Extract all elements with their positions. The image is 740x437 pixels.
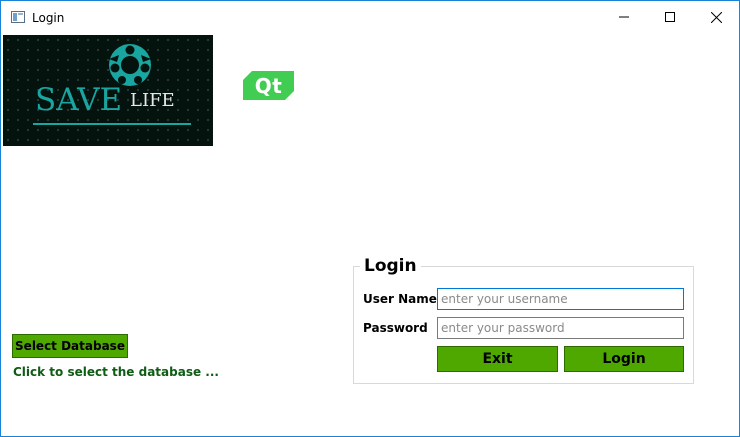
close-icon — [710, 11, 722, 23]
username-label: User Name — [363, 292, 437, 306]
username-input[interactable] — [437, 288, 684, 310]
logo-underline — [33, 123, 191, 125]
title-bar[interactable]: Login — [1, 1, 739, 33]
login-button[interactable]: Login — [564, 346, 684, 372]
save-life-logo: SAVE LIFE — [3, 35, 213, 146]
window-title: Login — [32, 11, 65, 25]
password-input[interactable] — [437, 317, 684, 339]
maximize-button[interactable] — [647, 1, 693, 33]
app-icon — [11, 11, 25, 23]
select-database-hint: Click to select the database ... — [13, 365, 219, 379]
login-window: Login SAVE LIFE Qt Select Database Click… — [0, 0, 740, 437]
close-button[interactable] — [693, 1, 739, 33]
qt-logo: Qt — [243, 71, 294, 100]
logo-word-save: SAVE — [35, 82, 123, 118]
login-group-title: Login — [360, 256, 421, 276]
password-label: Password — [363, 321, 428, 335]
minimize-icon — [619, 16, 629, 18]
select-database-button[interactable]: Select Database — [12, 334, 128, 358]
qt-logo-text: Qt — [254, 73, 283, 98]
minimize-button[interactable] — [601, 1, 647, 33]
maximize-icon — [665, 12, 675, 22]
logo-word-life: LIFE — [130, 90, 175, 111]
exit-button[interactable]: Exit — [437, 346, 558, 372]
